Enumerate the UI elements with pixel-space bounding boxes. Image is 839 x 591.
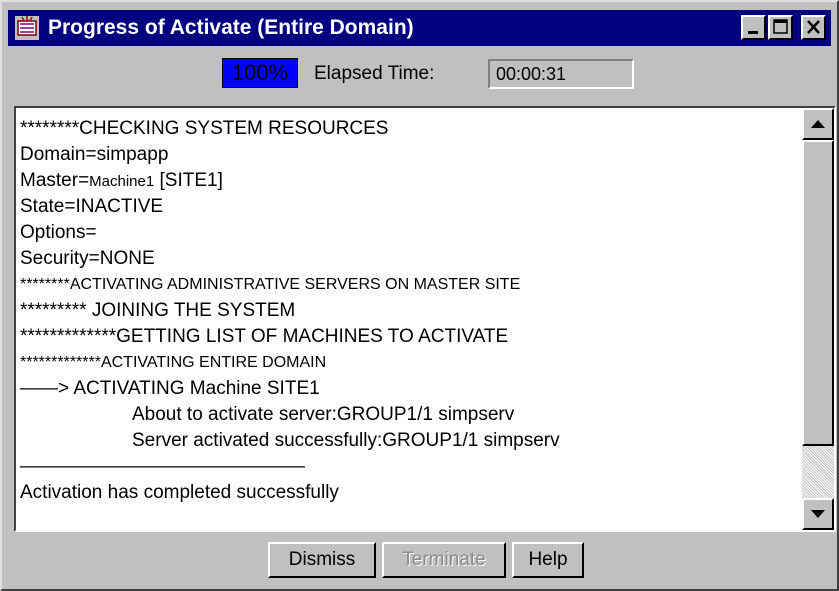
log-line: Master=Machine1 [SITE1]: [20, 168, 560, 194]
log-line: ********ACTIVATING ADMINISTRATIVE SERVER…: [20, 276, 521, 293]
scroll-down-button[interactable]: [802, 498, 834, 530]
log-text: Master=: [20, 170, 90, 191]
arrow-up-icon: [811, 120, 825, 128]
progress-indicator: 100%: [222, 58, 298, 88]
log-line: *************GETTING LIST OF MACHINES TO…: [20, 326, 509, 347]
log-line: Options=: [20, 222, 97, 243]
log-line: ********* JOINING THE SYSTEM: [20, 300, 296, 321]
maximize-button[interactable]: [768, 15, 793, 40]
elapsed-time-label: Elapsed Time:: [314, 63, 435, 84]
help-button[interactable]: Help: [512, 542, 584, 578]
log-line: ———————————————: [20, 456, 305, 477]
maximize-icon: [773, 19, 788, 34]
minimize-icon: [748, 31, 758, 34]
log-line: About to activate server:GROUP1/1 simpse…: [132, 404, 515, 425]
arrow-down-icon: [811, 510, 825, 518]
vertical-scrollbar[interactable]: [802, 108, 834, 530]
log-line: Domain=simpapp: [20, 144, 169, 165]
elapsed-time-field: 00:00:31: [488, 59, 634, 89]
log-line: State=INACTIVE: [20, 196, 164, 217]
close-button[interactable]: [801, 15, 826, 40]
log-output[interactable]: ********CHECKING SYSTEM RESOURCES Domain…: [14, 106, 836, 532]
dismiss-button[interactable]: Dismiss: [268, 542, 376, 578]
scroll-thumb[interactable]: [802, 140, 834, 446]
scroll-up-button[interactable]: [802, 108, 834, 140]
terminate-button[interactable]: Terminate: [382, 542, 506, 578]
title-bar[interactable]: Progress of Activate (Entire Domain): [8, 10, 831, 46]
log-text: Machine1: [89, 173, 155, 190]
log-line: ********CHECKING SYSTEM RESOURCES: [20, 118, 389, 139]
minimize-button[interactable]: [741, 15, 766, 40]
log-line: Server activated successfully:GROUP1/1 s…: [132, 430, 560, 451]
log-line: Activation has completed successfully: [20, 482, 339, 503]
log-line: *************ACTIVATING ENTIRE DOMAIN: [20, 354, 327, 371]
log-text: [SITE1]: [154, 170, 223, 191]
app-icon: [15, 16, 39, 40]
log-lines: ********CHECKING SYSTEM RESOURCES Domain…: [20, 116, 560, 506]
window-title: Progress of Activate (Entire Domain): [48, 16, 414, 39]
log-line: Security=NONE: [20, 248, 155, 269]
log-line: ——> ACTIVATING Machine SITE1: [20, 378, 320, 399]
scroll-track[interactable]: [802, 446, 834, 498]
progress-dialog: Progress of Activate (Entire Domain) 100…: [0, 0, 839, 591]
close-icon: [807, 20, 820, 34]
